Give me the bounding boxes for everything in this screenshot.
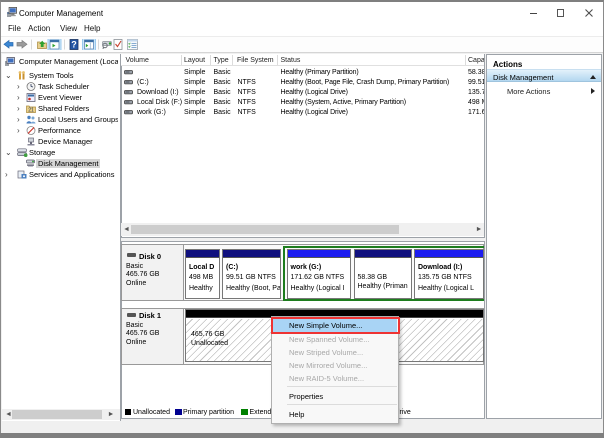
svg-text:21: 21 (28, 107, 34, 113)
svg-text:?: ? (71, 40, 77, 50)
